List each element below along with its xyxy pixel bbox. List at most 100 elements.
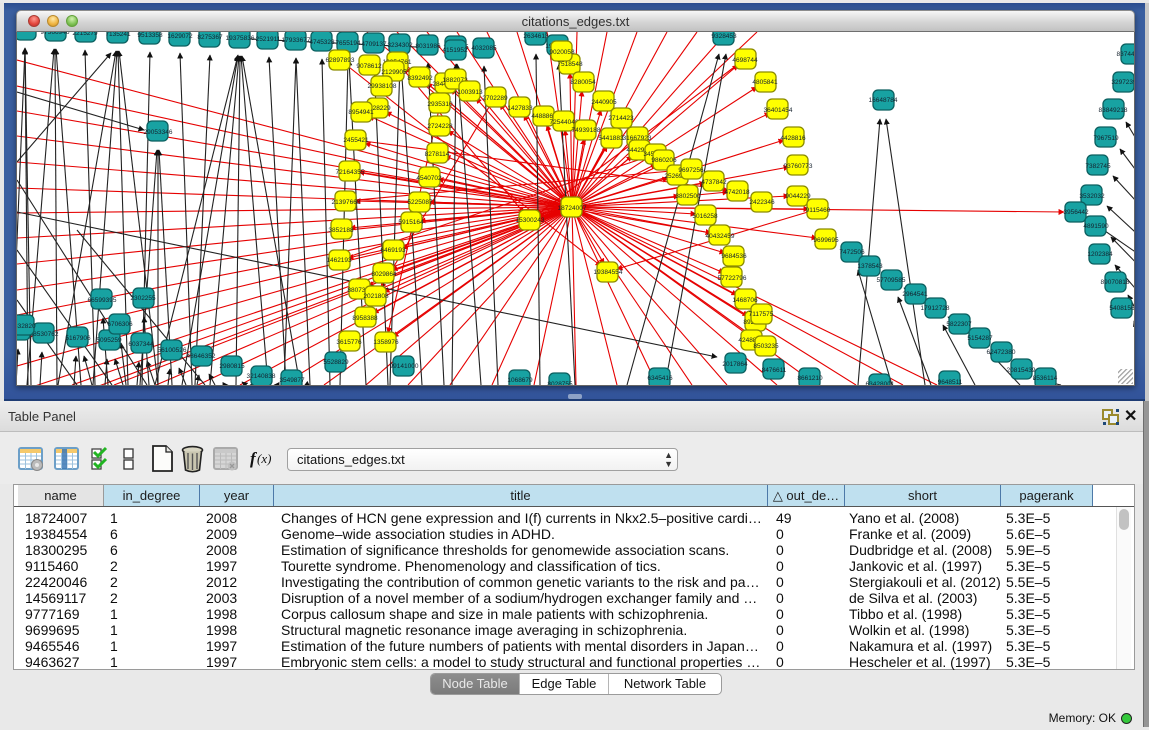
svg-text:3956442: 3956442 <box>1063 209 1089 216</box>
svg-text:2964541: 2964541 <box>902 291 928 298</box>
svg-text:17933677: 17933677 <box>282 37 311 44</box>
svg-text:57709585: 57709585 <box>877 277 906 284</box>
svg-text:4745328: 4745328 <box>309 39 335 46</box>
svg-text:2017864: 2017864 <box>722 361 748 368</box>
svg-text:3615776: 3615776 <box>336 339 362 346</box>
svg-text:8278114: 8278114 <box>425 151 450 158</box>
svg-text:48646352: 48646352 <box>187 353 216 360</box>
svg-text:3549877: 3549877 <box>279 377 305 384</box>
svg-text:89070818: 89070818 <box>1101 279 1130 286</box>
svg-text:56100526: 56100526 <box>158 347 187 354</box>
svg-text:8503235: 8503235 <box>753 343 779 350</box>
svg-text:4032085: 4032085 <box>471 45 497 52</box>
svg-text:17912728: 17912728 <box>921 305 950 312</box>
svg-text:2714423: 2714423 <box>608 115 634 122</box>
svg-text:7472506: 7472506 <box>839 249 865 256</box>
svg-text:5915164: 5915164 <box>398 219 424 226</box>
svg-text:3297239: 3297239 <box>1111 79 1135 86</box>
svg-text:36401454: 36401454 <box>764 107 793 114</box>
svg-text:1468706: 1468706 <box>732 297 758 304</box>
svg-text:8280054: 8280054 <box>570 79 596 86</box>
svg-text:5822307: 5822307 <box>946 321 972 328</box>
svg-text:9115460: 9115460 <box>806 207 831 214</box>
svg-text:1462193: 1462193 <box>326 257 352 264</box>
svg-text:40432459: 40432459 <box>706 233 735 240</box>
svg-text:2455421: 2455421 <box>343 137 369 144</box>
svg-text:6345416: 6345416 <box>647 375 673 382</box>
svg-text:4709137: 4709137 <box>361 41 387 48</box>
svg-text:7382745: 7382745 <box>1085 163 1111 170</box>
svg-text:62897893: 62897893 <box>326 57 355 64</box>
svg-text:9332820: 9332820 <box>17 323 36 330</box>
svg-text:6037344: 6037344 <box>128 341 154 348</box>
svg-text:7655194: 7655194 <box>335 40 361 47</box>
svg-text:15300243: 15300243 <box>516 217 545 224</box>
svg-text:16648784: 16648784 <box>869 97 898 104</box>
svg-text:9044229: 9044229 <box>785 193 811 200</box>
svg-text:66599395: 66599395 <box>88 297 117 304</box>
svg-text:1068679: 1068679 <box>507 377 533 384</box>
svg-text:2021808: 2021808 <box>363 293 389 300</box>
svg-text:3802500: 3802500 <box>675 193 701 200</box>
svg-text:1202384: 1202384 <box>1087 251 1113 258</box>
svg-text:32140838: 32140838 <box>247 373 276 380</box>
svg-text:3530829: 3530829 <box>17 32 38 34</box>
svg-text:9078612: 9078612 <box>356 63 382 70</box>
svg-text:2935310: 2935310 <box>427 101 453 108</box>
svg-text:18724007: 18724007 <box>558 205 587 212</box>
svg-text:5167906: 5167906 <box>65 335 91 342</box>
svg-text:1003913: 1003913 <box>457 89 483 96</box>
svg-text:2980815: 2980815 <box>219 363 245 370</box>
svg-text:8476611: 8476611 <box>762 367 787 374</box>
svg-text:93760773: 93760773 <box>784 163 813 170</box>
svg-text:4540702: 4540702 <box>416 175 442 182</box>
svg-text:1427833: 1427833 <box>507 105 533 112</box>
svg-text:4891590: 4891590 <box>1083 223 1109 230</box>
svg-text:4805841: 4805841 <box>752 79 778 86</box>
svg-text:(x): (x) <box>257 451 271 466</box>
svg-text:9699695: 9699695 <box>813 237 839 244</box>
svg-text:8661210: 8661210 <box>797 375 823 382</box>
svg-text:2702289: 2702289 <box>482 95 508 102</box>
svg-text:8536114: 8536114 <box>1033 375 1058 382</box>
svg-text:2634613: 2634613 <box>523 33 549 40</box>
svg-text:9684536: 9684536 <box>721 253 747 260</box>
svg-text:2302255: 2302255 <box>130 295 156 302</box>
svg-text:8031986: 8031986 <box>415 43 441 50</box>
svg-text:83744576: 83744576 <box>1117 51 1135 58</box>
svg-text:5016258: 5016258 <box>692 213 718 220</box>
svg-text:5528829: 5528829 <box>323 359 349 366</box>
svg-text:2440905: 2440905 <box>591 99 617 106</box>
svg-text:2422346: 2422346 <box>749 199 775 206</box>
svg-text:4428816: 4428816 <box>780 135 806 142</box>
svg-text:6706306: 6706306 <box>107 321 133 328</box>
svg-text:3532032: 3532032 <box>1079 193 1105 200</box>
svg-text:4698744: 4698744 <box>732 57 758 64</box>
svg-text:19384554: 19384554 <box>594 269 623 276</box>
svg-text:2129905: 2129905 <box>381 69 407 76</box>
svg-text:1629072: 1629072 <box>167 33 193 40</box>
svg-text:57722796: 57722796 <box>718 275 747 282</box>
svg-text:5095259: 5095259 <box>96 337 122 344</box>
svg-text:9513358: 9513358 <box>137 32 163 39</box>
svg-text:4737842: 4737842 <box>701 179 727 186</box>
svg-text:6469193: 6469193 <box>380 247 406 254</box>
svg-text:97366946: 97366946 <box>41 32 70 36</box>
svg-text:9328453: 9328453 <box>711 33 737 40</box>
svg-text:4742018: 4742018 <box>724 189 750 196</box>
svg-text:5441883: 5441883 <box>598 135 624 142</box>
svg-text:99141000: 99141000 <box>390 363 419 370</box>
svg-text:9020058: 9020058 <box>549 49 575 56</box>
svg-text:3234302: 3234302 <box>387 42 413 49</box>
svg-text:7117575: 7117575 <box>749 311 774 318</box>
svg-text:21397668: 21397668 <box>332 199 361 206</box>
svg-text:63428001: 63428001 <box>866 381 895 385</box>
svg-text:8029864: 8029864 <box>371 271 397 278</box>
svg-text:8392492: 8392492 <box>407 75 433 82</box>
svg-text:62472380: 62472380 <box>987 349 1016 356</box>
svg-text:5154287: 5154287 <box>967 335 993 342</box>
svg-text:5225087: 5225087 <box>407 199 433 206</box>
svg-text:29938108: 29938108 <box>368 83 397 90</box>
svg-text:1358976: 1358976 <box>373 339 399 346</box>
svg-text:1378543: 1378543 <box>857 263 883 270</box>
